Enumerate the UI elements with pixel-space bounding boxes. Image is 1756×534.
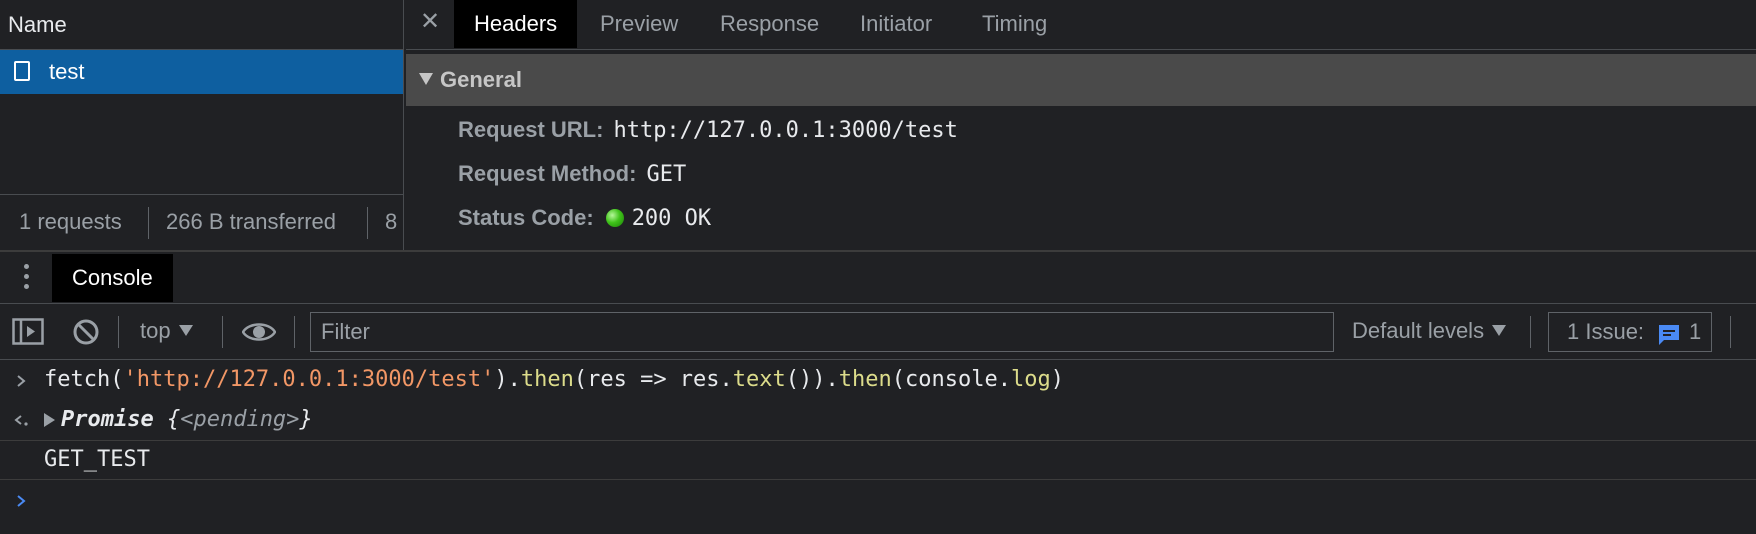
status-code-value: 200 OK (631, 206, 712, 231)
promise-state: <pending> (180, 407, 300, 432)
section-title: General (440, 67, 522, 92)
request-url-label: Request URL: (458, 117, 604, 142)
drawer-tab-bar: Console (0, 250, 1756, 304)
code-method: then (520, 367, 574, 392)
issues-label: 1 Issue: (1567, 319, 1645, 344)
detail-tabs: ✕ Headers Preview Response Initiator Tim… (406, 0, 1756, 50)
request-method-value: GET (646, 162, 687, 187)
code-token: (console. (891, 367, 1011, 392)
separator (294, 316, 295, 348)
tab-response[interactable]: Response (720, 0, 819, 48)
code-token: ) (1050, 367, 1064, 392)
tab-initiator[interactable]: Initiator (860, 0, 932, 48)
network-panel: Name test 1 requests 266 B transferred 8… (0, 0, 1756, 250)
separator (367, 207, 368, 239)
separator (148, 207, 149, 239)
request-method-row: Request Method: GET (458, 154, 686, 194)
request-method-label: Request Method: (458, 161, 637, 186)
request-row-test[interactable]: test (0, 50, 403, 94)
return-arrow-icon (14, 400, 30, 440)
log-levels-dropdown[interactable]: Default levels (1352, 318, 1507, 344)
status-ok-dot-icon (605, 209, 624, 227)
separator (1730, 316, 1731, 348)
code-token: fetch( (44, 367, 124, 392)
caret-down-icon (1492, 325, 1507, 336)
console-toolbar: top Default levels 1 Issue: 1 (0, 304, 1756, 360)
clear-console-icon[interactable] (72, 318, 100, 352)
code-token: ()). (785, 367, 839, 392)
code-method: then (838, 367, 892, 392)
request-url-value: http://127.0.0.1:3000/test (613, 118, 958, 143)
separator (118, 316, 119, 348)
console-result-line: Promise {<pending>} (0, 400, 1756, 441)
prompt-chevron-icon (14, 480, 28, 520)
context-selector[interactable]: top (140, 318, 193, 344)
request-name: test (49, 59, 85, 84)
context-value: top (140, 318, 171, 343)
request-count: 1 requests (19, 209, 122, 234)
log-message: GET_TEST (44, 447, 150, 472)
code-token: (res => res. (573, 367, 733, 392)
status-code-label: Status Code: (458, 205, 594, 230)
close-icon[interactable]: ✕ (420, 0, 440, 44)
more-tools-icon[interactable] (24, 264, 30, 294)
promise-result[interactable]: Promise {<pending>} (44, 400, 313, 440)
request-list: Name test 1 requests 266 B transferred 8 (0, 0, 404, 250)
transferred-size: 266 B transferred (166, 209, 336, 234)
request-details: ✕ Headers Preview Response Initiator Tim… (406, 0, 1756, 250)
console-log-line: GET_TEST (0, 441, 1756, 480)
chevron-right-icon (14, 360, 28, 400)
eye-icon[interactable] (241, 320, 277, 350)
code-token: ). (494, 367, 521, 392)
tab-headers[interactable]: Headers (454, 0, 578, 48)
message-icon (1657, 321, 1681, 359)
network-summary-bar: 1 requests 266 B transferred 8 (0, 194, 403, 250)
tab-console[interactable]: Console (52, 254, 173, 302)
request-url-row: Request URL: http://127.0.0.1:3000/test (458, 110, 958, 150)
issues-button[interactable]: 1 Issue: 1 (1548, 312, 1712, 352)
separator (222, 316, 223, 348)
general-section-header[interactable]: General (406, 54, 1756, 106)
log-levels-label: Default levels (1352, 318, 1485, 343)
triangle-right-icon (44, 413, 55, 427)
console-output: fetch('http://127.0.0.1:3000/test').then… (0, 360, 1756, 534)
name-column-header[interactable]: Name (0, 0, 403, 50)
status-code-row: Status Code: 200 OK (458, 198, 711, 238)
console-prompt[interactable] (0, 480, 1756, 520)
object-kind: Promise (61, 407, 154, 432)
code-method: text (732, 367, 786, 392)
filter-input[interactable] (310, 312, 1334, 352)
caret-down-icon (178, 325, 193, 336)
triangle-down-icon (419, 73, 433, 85)
tab-preview[interactable]: Preview (600, 0, 678, 48)
tab-timing[interactable]: Timing (982, 0, 1047, 48)
console-input-line: fetch('http://127.0.0.1:3000/test').then… (0, 360, 1756, 400)
code-string: 'http://127.0.0.1:3000/test' (123, 367, 495, 392)
code-token: } (299, 407, 313, 432)
console-command[interactable]: fetch('http://127.0.0.1:3000/test').then… (44, 360, 1064, 400)
code-method: log (1010, 367, 1051, 392)
code-token: { (153, 407, 181, 432)
resources-size-truncated: 8 (385, 209, 398, 234)
separator (1530, 316, 1531, 348)
issues-count: 1 (1689, 319, 1702, 344)
document-icon (14, 61, 30, 81)
sidebar-toggle-icon[interactable] (12, 318, 44, 352)
